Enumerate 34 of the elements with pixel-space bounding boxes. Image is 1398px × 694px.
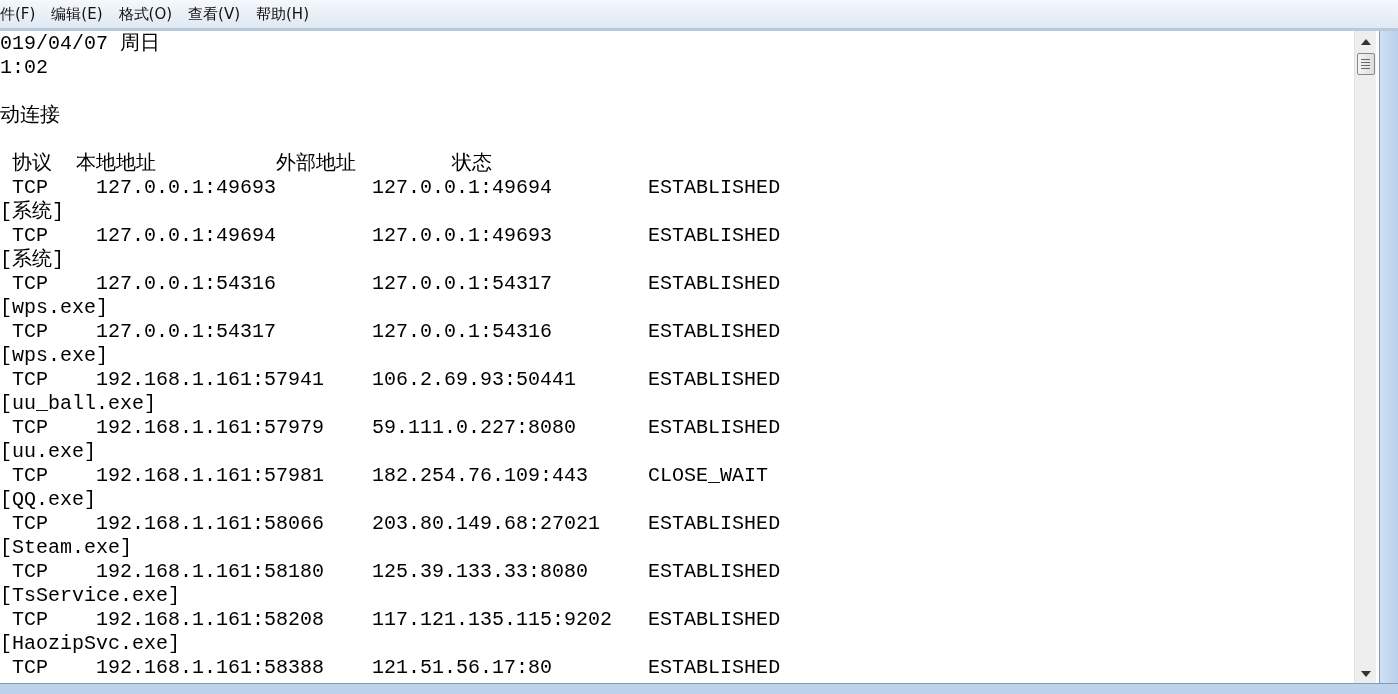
text-line: 1:02 bbox=[0, 56, 49, 80]
text-line: [QQ.exe] bbox=[0, 488, 97, 512]
menu-item[interactable]: 帮助(H) bbox=[256, 4, 309, 24]
text-line: [TsService.exe] bbox=[0, 584, 182, 608]
scroll-thumb[interactable] bbox=[1356, 53, 1375, 75]
text-line: TCP 127.0.0.1:54316 127.0.0.1:54317 ESTABLISHED bbox=[11, 272, 782, 296]
text-line: [uu.exe] bbox=[0, 440, 97, 464]
text-line: 019/04/07 周日 bbox=[0, 32, 162, 56]
text-line: TCP 192.168.1.161:57979 59.111.0.227:8080 ESTABLISHED bbox=[11, 416, 782, 440]
menu-item[interactable]: 查看(V) bbox=[188, 4, 240, 24]
text-line: [uu_ball.exe] bbox=[0, 392, 158, 416]
text-line: TCP 192.168.1.161:58066 203.80.149.68:27021 ESTABLISHED bbox=[11, 512, 782, 536]
text-line: [系统] bbox=[0, 248, 65, 272]
vertical-scrollbar[interactable] bbox=[1354, 31, 1376, 683]
text-line: [wps.exe] bbox=[0, 344, 110, 368]
text-line: TCP 192.168.1.161:58208 117.121.135.115:9202 ESTABLISHED bbox=[11, 608, 782, 632]
text-line: TCP 192.168.1.161:57941 106.2.69.93:50441 ESTABLISHED bbox=[11, 368, 782, 392]
menu-item[interactable]: 件(F) bbox=[0, 4, 36, 24]
menu-item[interactable]: 格式(O) bbox=[118, 4, 173, 24]
text-line: TCP 192.168.1.161:57981 182.254.76.109:443 CLOSE_WAIT bbox=[11, 464, 770, 488]
text-line: [系统] bbox=[0, 200, 65, 224]
text-line: [Steam.exe] bbox=[0, 536, 134, 560]
text-line: [wps.exe] bbox=[0, 296, 110, 320]
text-line: TCP 127.0.0.1:54317 127.0.0.1:54316 ESTABLISHED bbox=[11, 320, 782, 344]
text-line: TCP 127.0.0.1:49693 127.0.0.1:49694 ESTABLISHED bbox=[11, 176, 782, 200]
text-line: TCP 127.0.0.1:49694 127.0.0.1:49693 ESTABLISHED bbox=[11, 224, 782, 248]
text-line: 协议 本地地址 外部地址 状态 bbox=[11, 152, 494, 176]
scroll-down-icon[interactable] bbox=[1360, 671, 1371, 677]
text-line: TCP 192.168.1.161:58388 121.51.56.17:80 ESTABLISHED bbox=[11, 656, 782, 680]
text-line: TCP 192.168.1.161:58180 125.39.133.33:8080 ESTABLISHED bbox=[11, 560, 782, 584]
text-line: [HaozipSvc.exe] bbox=[0, 632, 182, 656]
scroll-up-icon[interactable] bbox=[1360, 39, 1371, 45]
menu-item[interactable]: 编辑(E) bbox=[51, 4, 103, 24]
text-line: 动连接 bbox=[0, 104, 61, 128]
